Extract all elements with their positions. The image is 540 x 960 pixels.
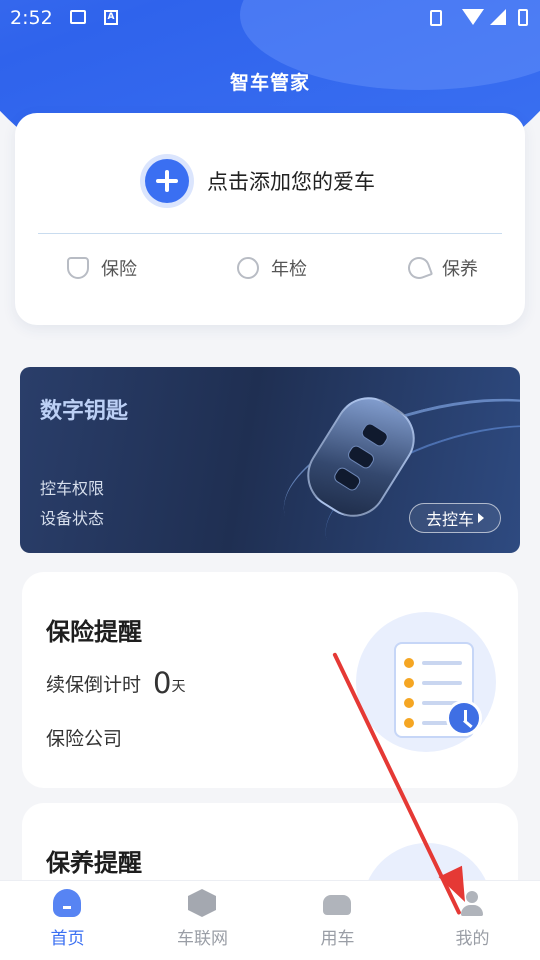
car-icon — [323, 895, 351, 915]
service-label: 年检 — [271, 259, 307, 280]
service-annual-inspection[interactable]: 年检 — [237, 255, 307, 281]
service-insurance[interactable]: 保险 — [67, 255, 137, 281]
play-arrow-icon — [478, 513, 484, 523]
plus-icon — [145, 159, 189, 203]
nav-label: 车联网 — [177, 929, 228, 949]
image-icon — [70, 10, 86, 24]
nav-label: 用车 — [320, 929, 355, 949]
battery-icon — [518, 9, 528, 26]
page-title: 智车管家 — [229, 72, 310, 94]
wifi-icon — [462, 9, 484, 25]
nav-label: 首页 — [50, 929, 85, 949]
clock-icon — [446, 700, 482, 736]
insurance-reminder-card[interactable]: 保险提醒 续保倒计时 0天 保险公司 — [22, 572, 518, 788]
status-bar: 2:52 A — [0, 0, 540, 36]
service-label: 保养 — [442, 259, 478, 280]
vibrate-icon — [430, 10, 442, 26]
countdown-label: 续保倒计时 — [46, 674, 142, 696]
service-label: 保险 — [101, 259, 137, 280]
divider — [38, 233, 502, 234]
status-time: 2:52 — [10, 7, 53, 29]
nav-label: 我的 — [455, 929, 490, 949]
device-status-label: 设备状态 — [40, 509, 105, 528]
renewal-countdown: 续保倒计时 0天 — [46, 666, 185, 700]
home-icon — [53, 889, 81, 917]
go-control-car-label: 去控车 — [425, 510, 474, 529]
a-icon: A — [104, 10, 118, 25]
cube-icon — [188, 889, 216, 917]
car-card: 点击添加您的爱车 保险 年检 保养 — [15, 113, 525, 325]
service-maintenance[interactable]: 保养 — [404, 253, 478, 283]
key-trunk-button-graphic — [331, 465, 363, 493]
add-car-label: 点击添加您的爱车 — [207, 170, 375, 194]
countdown-value: 0 — [153, 666, 172, 700]
target-icon — [237, 257, 259, 279]
insurance-reminder-title: 保险提醒 — [46, 618, 142, 646]
key-lock-button-graphic — [359, 421, 391, 449]
add-car-button[interactable]: 点击添加您的爱车 — [145, 157, 375, 205]
control-permission-label: 控车权限 — [40, 479, 105, 498]
digital-key-banner[interactable]: 数字钥匙 控车权限 设备状态 去控车 — [20, 367, 520, 553]
go-control-car-button[interactable]: 去控车 — [409, 503, 501, 533]
wrench-icon — [404, 253, 434, 283]
nav-item-home[interactable]: 首页 — [0, 881, 135, 960]
key-unlock-button-graphic — [345, 443, 377, 471]
insurance-company-label: 保险公司 — [46, 728, 123, 750]
shield-icon — [67, 257, 89, 279]
signal-icon — [490, 9, 506, 25]
nav-item-iov[interactable]: 车联网 — [135, 881, 270, 960]
countdown-unit: 天 — [171, 679, 186, 695]
service-row: 保险 年检 保养 — [15, 253, 525, 289]
maintenance-reminder-title: 保养提醒 — [46, 849, 142, 877]
digital-key-title: 数字钥匙 — [40, 399, 129, 424]
nav-item-use-car[interactable]: 用车 — [270, 881, 405, 960]
